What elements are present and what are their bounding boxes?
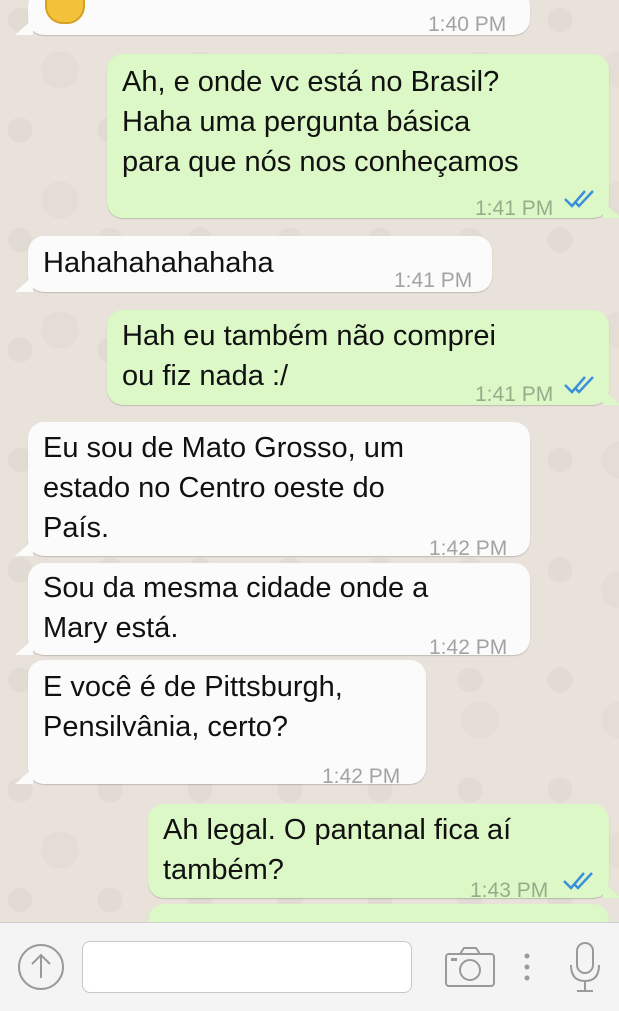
message-time: 1:41 PM [475, 383, 554, 406]
message-text: também? [163, 854, 284, 886]
message-text: Mary está. [43, 612, 179, 644]
message-composer-bar [0, 922, 619, 1011]
share-up-arrow-icon[interactable] [16, 942, 66, 992]
chat-area[interactable]: 1:40 PM Ah, e onde vc está no Brasil? Ha… [0, 0, 619, 922]
message-time: 1:42 PM [322, 765, 401, 788]
message-text: Pensilvânia, certo? [43, 711, 289, 743]
microphone-icon[interactable] [566, 941, 604, 995]
double-check-icon [563, 872, 593, 890]
message-text: Eu sou de Mato Grosso, um [43, 432, 405, 464]
message-text: País. [43, 512, 110, 544]
message-bubble-incoming[interactable]: 1:40 PM [15, 0, 530, 36]
camera-icon[interactable] [444, 945, 496, 989]
double-check-icon [564, 190, 594, 208]
message-bubble-outgoing[interactable]: Hah eu também não comprei ou fiz nada :/… [107, 310, 619, 406]
message-time: 1:41 PM [394, 269, 473, 292]
message-text: E você é de Pittsburgh, [43, 671, 343, 703]
double-check-icon [564, 376, 594, 394]
message-text: estado no Centro oeste do [43, 472, 385, 504]
more-dots-icon[interactable] [520, 951, 534, 985]
message-text: Sou da mesma cidade onde a [43, 572, 429, 604]
message-bubble-incoming[interactable]: E você é de Pittsburgh, Pensilvânia, cer… [15, 660, 426, 788]
message-text: Haha uma pergunta básica [122, 106, 471, 138]
unamused-face-icon [45, 0, 85, 24]
message-time: 1:42 PM [429, 636, 508, 659]
message-time: 1:40 PM [428, 13, 507, 36]
message-text: Ah, e onde vc está no Brasil? [122, 66, 500, 98]
message-text: Ah legal. O pantanal fica aí [163, 814, 512, 846]
message-bubble-incoming[interactable]: Sou da mesma cidade onde a Mary está. 1:… [15, 563, 530, 659]
message-text: Hahahahahahaha [43, 247, 274, 279]
message-text: ou fiz nada :/ [122, 360, 289, 392]
message-bubble-outgoing[interactable]: Ah, e onde vc está no Brasil? Haha uma p… [107, 54, 619, 220]
message-bubble-incoming[interactable]: Hahahahahahaha 1:41 PM [15, 236, 492, 292]
message-bubble-outgoing[interactable]: Ah legal. O pantanal fica aí também? 1:4… [148, 804, 619, 902]
message-text: Hah eu também não comprei [122, 320, 496, 352]
message-text: para que nós nos conheçamos [122, 146, 519, 178]
message-bubble-incoming[interactable]: Eu sou de Mato Grosso, um estado no Cent… [15, 422, 530, 560]
message-time: 1:41 PM [475, 197, 554, 220]
message-bubble-outgoing-partial[interactable] [148, 904, 609, 922]
message-input[interactable] [82, 941, 412, 993]
